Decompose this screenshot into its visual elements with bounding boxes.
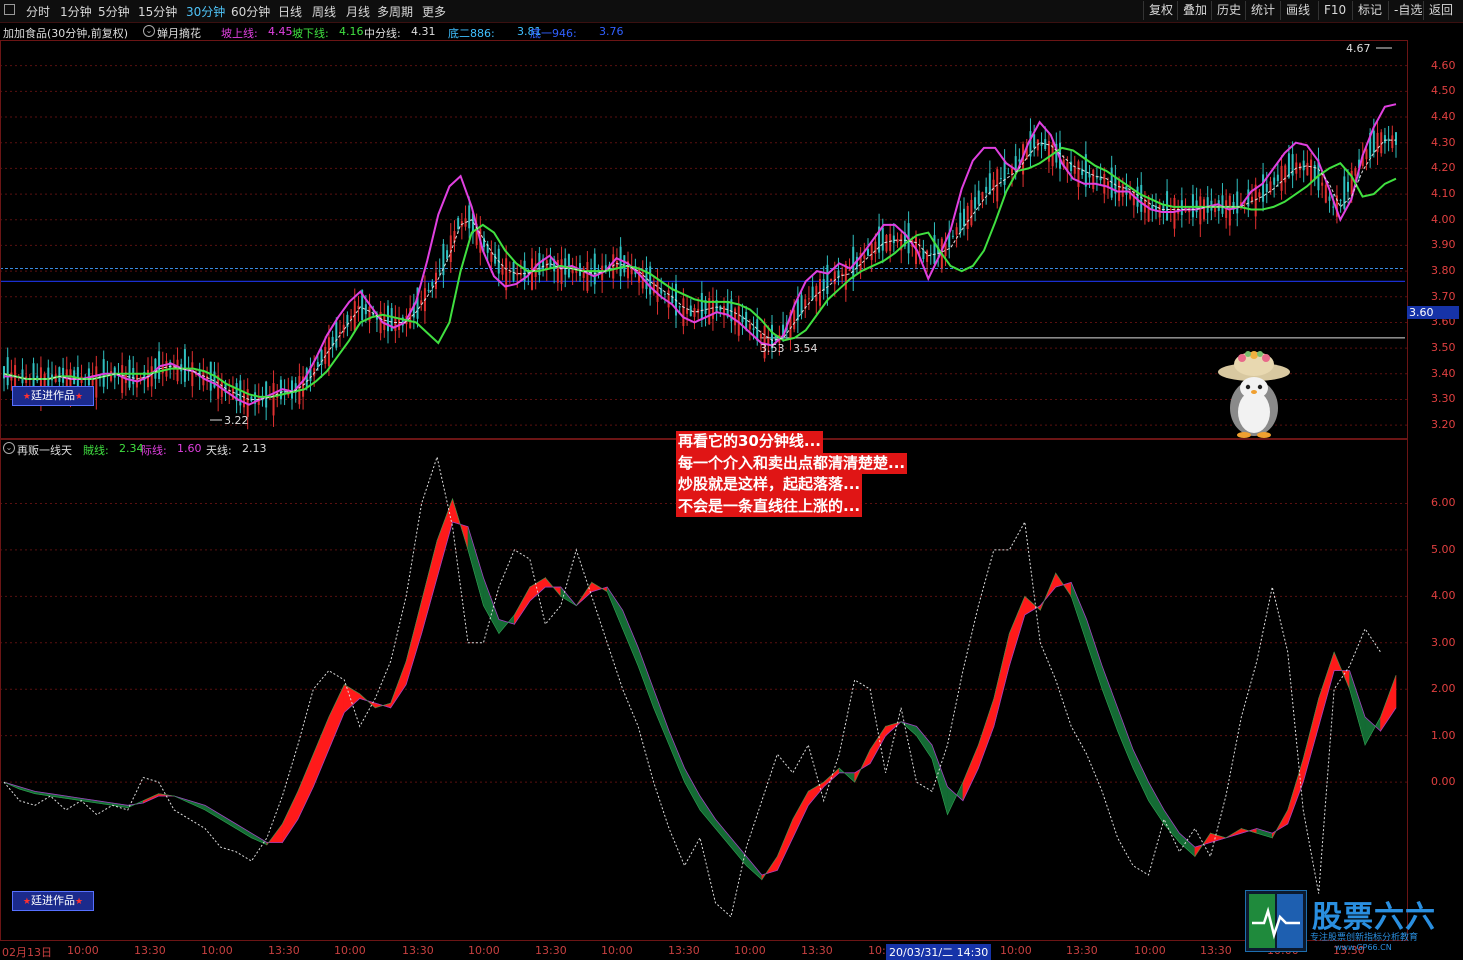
time-axis-tick-14: 20/03/31/二 14:30: [886, 944, 992, 960]
time-axis-tick-5: 10:00: [334, 944, 366, 957]
annotation-text: 再看它的30分钟线... 每一个介入和卖出点都清清楚楚... 炒股就是这样，起起…: [676, 431, 908, 517]
period-tab-2[interactable]: 5分钟: [98, 3, 130, 20]
toolbar-button-5[interactable]: F10: [1318, 1, 1351, 20]
price-axis-tick-2: 4.40: [1431, 110, 1456, 124]
annotation-line-4: 不会是一条直线往上涨的...: [676, 495, 863, 517]
toolbar-button-2[interactable]: 历史: [1211, 1, 1246, 20]
info-label-1: 坡下线:: [292, 27, 329, 40]
toolbar-button-6[interactable]: 标记: [1352, 1, 1387, 20]
penguin-mascot-icon: [1218, 351, 1290, 438]
stock-title: 加加食品(30分钟,前复权): [3, 27, 129, 40]
price-axis-tick-12: 3.40: [1431, 366, 1456, 380]
osc-axis-tick-3: 3.00: [1431, 635, 1456, 649]
time-axis-tick-17: 10:00: [1134, 944, 1166, 957]
price-axis-tick-7: 3.90: [1431, 238, 1456, 252]
info-value-1: 4.16: [339, 25, 364, 38]
toolbar-button-0[interactable]: 复权: [1143, 1, 1178, 20]
price-axis-tick-1: 4.50: [1431, 84, 1456, 98]
osc-axis-tick-1: 5.00: [1431, 542, 1456, 556]
period-tab-0[interactable]: 分时: [26, 3, 50, 20]
info-label-4: 底一946:: [530, 27, 577, 40]
toolbar-button-1[interactable]: 叠加: [1177, 1, 1212, 20]
time-axis-tick-1: 10:00: [67, 944, 99, 957]
period-tab-8[interactable]: 月线: [346, 3, 370, 20]
price-axis-tick-11: 3.50: [1431, 341, 1456, 355]
indicator-dropdown-icon[interactable]: ⌄: [143, 25, 155, 37]
osc-axis-tick-5: 1.00: [1431, 728, 1456, 742]
indicator-name[interactable]: 婵月摘花: [157, 25, 201, 41]
time-axis-tick-2: 13:30: [134, 944, 166, 957]
price-axis-tick-3: 4.30: [1431, 135, 1456, 149]
annotation-line-3: 炒股就是这样，起起落落...: [676, 474, 863, 496]
period-tab-10[interactable]: 更多: [422, 3, 446, 20]
price-axis-tick-8: 3.80: [1431, 264, 1456, 278]
price-axis-tick-4: 4.20: [1431, 161, 1456, 175]
brand-badge-top: ★廷进作品★: [12, 386, 94, 406]
time-axis-tick-18: 13:30: [1200, 944, 1232, 957]
info-value-0: 4.45: [268, 25, 293, 38]
time-axis-tick-15: 10:00: [1000, 944, 1032, 957]
time-axis-tick-9: 10:00: [601, 944, 633, 957]
period-tab-4[interactable]: 30分钟: [186, 3, 225, 20]
price-info-bar: 加加食品(30分钟,前复权) ⌄ 婵月摘花 坡上线: 4.45 坡下线: 4.16 中分…: [0, 25, 1400, 41]
period-tab-1[interactable]: 1分钟: [60, 3, 92, 20]
time-axis-tick-11: 10:00: [734, 944, 766, 957]
osc-axis-tick-0: 6.00: [1431, 496, 1456, 510]
info-label-2: 中分线:: [364, 27, 401, 40]
osc-axis-tick-4: 2.00: [1431, 682, 1456, 696]
time-axis-tick-10: 13:30: [668, 944, 700, 957]
gp66-logo-icon: [1245, 890, 1307, 952]
brand-badge-bottom: ★廷进作品★: [12, 891, 94, 911]
price-axis-tick-6: 4.00: [1431, 212, 1456, 226]
time-axis-tick-12: 13:30: [801, 944, 833, 957]
star-icon: ★: [22, 897, 31, 907]
price-axis-tick-14: 3.20: [1431, 418, 1456, 432]
time-axis-tick-13: 10:: [868, 944, 886, 957]
time-axis-tick-3: 10:00: [201, 944, 233, 957]
current-price-tag: 3.60: [1407, 306, 1459, 319]
osc-axis-tick-2: 4.00: [1431, 589, 1456, 603]
toolbar-button-7[interactable]: -自选: [1388, 1, 1427, 20]
star-icon: ★: [75, 897, 84, 907]
period-toolbar: 分时 1分钟 5分钟 15分钟 30分钟 60分钟 日线 周线 月线 多周期 更多 复权 叠加 历史 统计…: [0, 0, 1463, 23]
period-tab-5[interactable]: 60分钟: [231, 3, 270, 20]
price-pane-border: [0, 40, 1408, 439]
toolbar-button-4[interactable]: 画线: [1280, 1, 1315, 20]
info-value-2: 4.31: [411, 25, 436, 38]
annotation-line-1: 再看它的30分钟线...: [676, 431, 823, 453]
logo-pulse-icon: [1249, 894, 1303, 948]
time-axis-tick-6: 13:30: [402, 944, 434, 957]
period-tab-7[interactable]: 周线: [312, 3, 336, 20]
star-icon: ★: [75, 392, 84, 402]
window-menu-icon[interactable]: [4, 4, 15, 15]
time-axis-tick-4: 13:30: [268, 944, 300, 957]
price-axis-tick-0: 4.60: [1431, 58, 1456, 72]
time-axis-tick-8: 13:30: [535, 944, 567, 957]
toolbar-button-3[interactable]: 统计: [1245, 1, 1280, 20]
period-tab-9[interactable]: 多周期: [377, 3, 413, 20]
annotation-line-2: 每一个介入和卖出点都清清楚楚...: [676, 452, 908, 474]
period-tab-6[interactable]: 日线: [278, 3, 302, 20]
osc-axis-tick-6: 0.00: [1431, 775, 1456, 789]
star-icon: ★: [22, 392, 31, 402]
time-axis-tick-7: 10:00: [468, 944, 500, 957]
time-axis-tick-16: 13:30: [1066, 944, 1098, 957]
logo-subtitle: 专注股票创新指标分析教育: [1310, 933, 1419, 943]
price-axis-tick-13: 3.30: [1431, 392, 1456, 406]
info-value-4: 3.76: [599, 25, 624, 38]
time-axis-tick-0: 02月13日: [2, 946, 52, 959]
price-axis-tick-5: 4.10: [1431, 187, 1456, 201]
info-label-3: 底二886:: [448, 27, 495, 40]
logo-url: www.GP66.CN: [1335, 943, 1392, 952]
toolbar-button-8[interactable]: 返回: [1423, 1, 1458, 20]
period-tab-3[interactable]: 15分钟: [138, 3, 177, 20]
price-axis-tick-9: 3.70: [1431, 289, 1456, 303]
info-label-0: 坡上线:: [221, 27, 258, 40]
